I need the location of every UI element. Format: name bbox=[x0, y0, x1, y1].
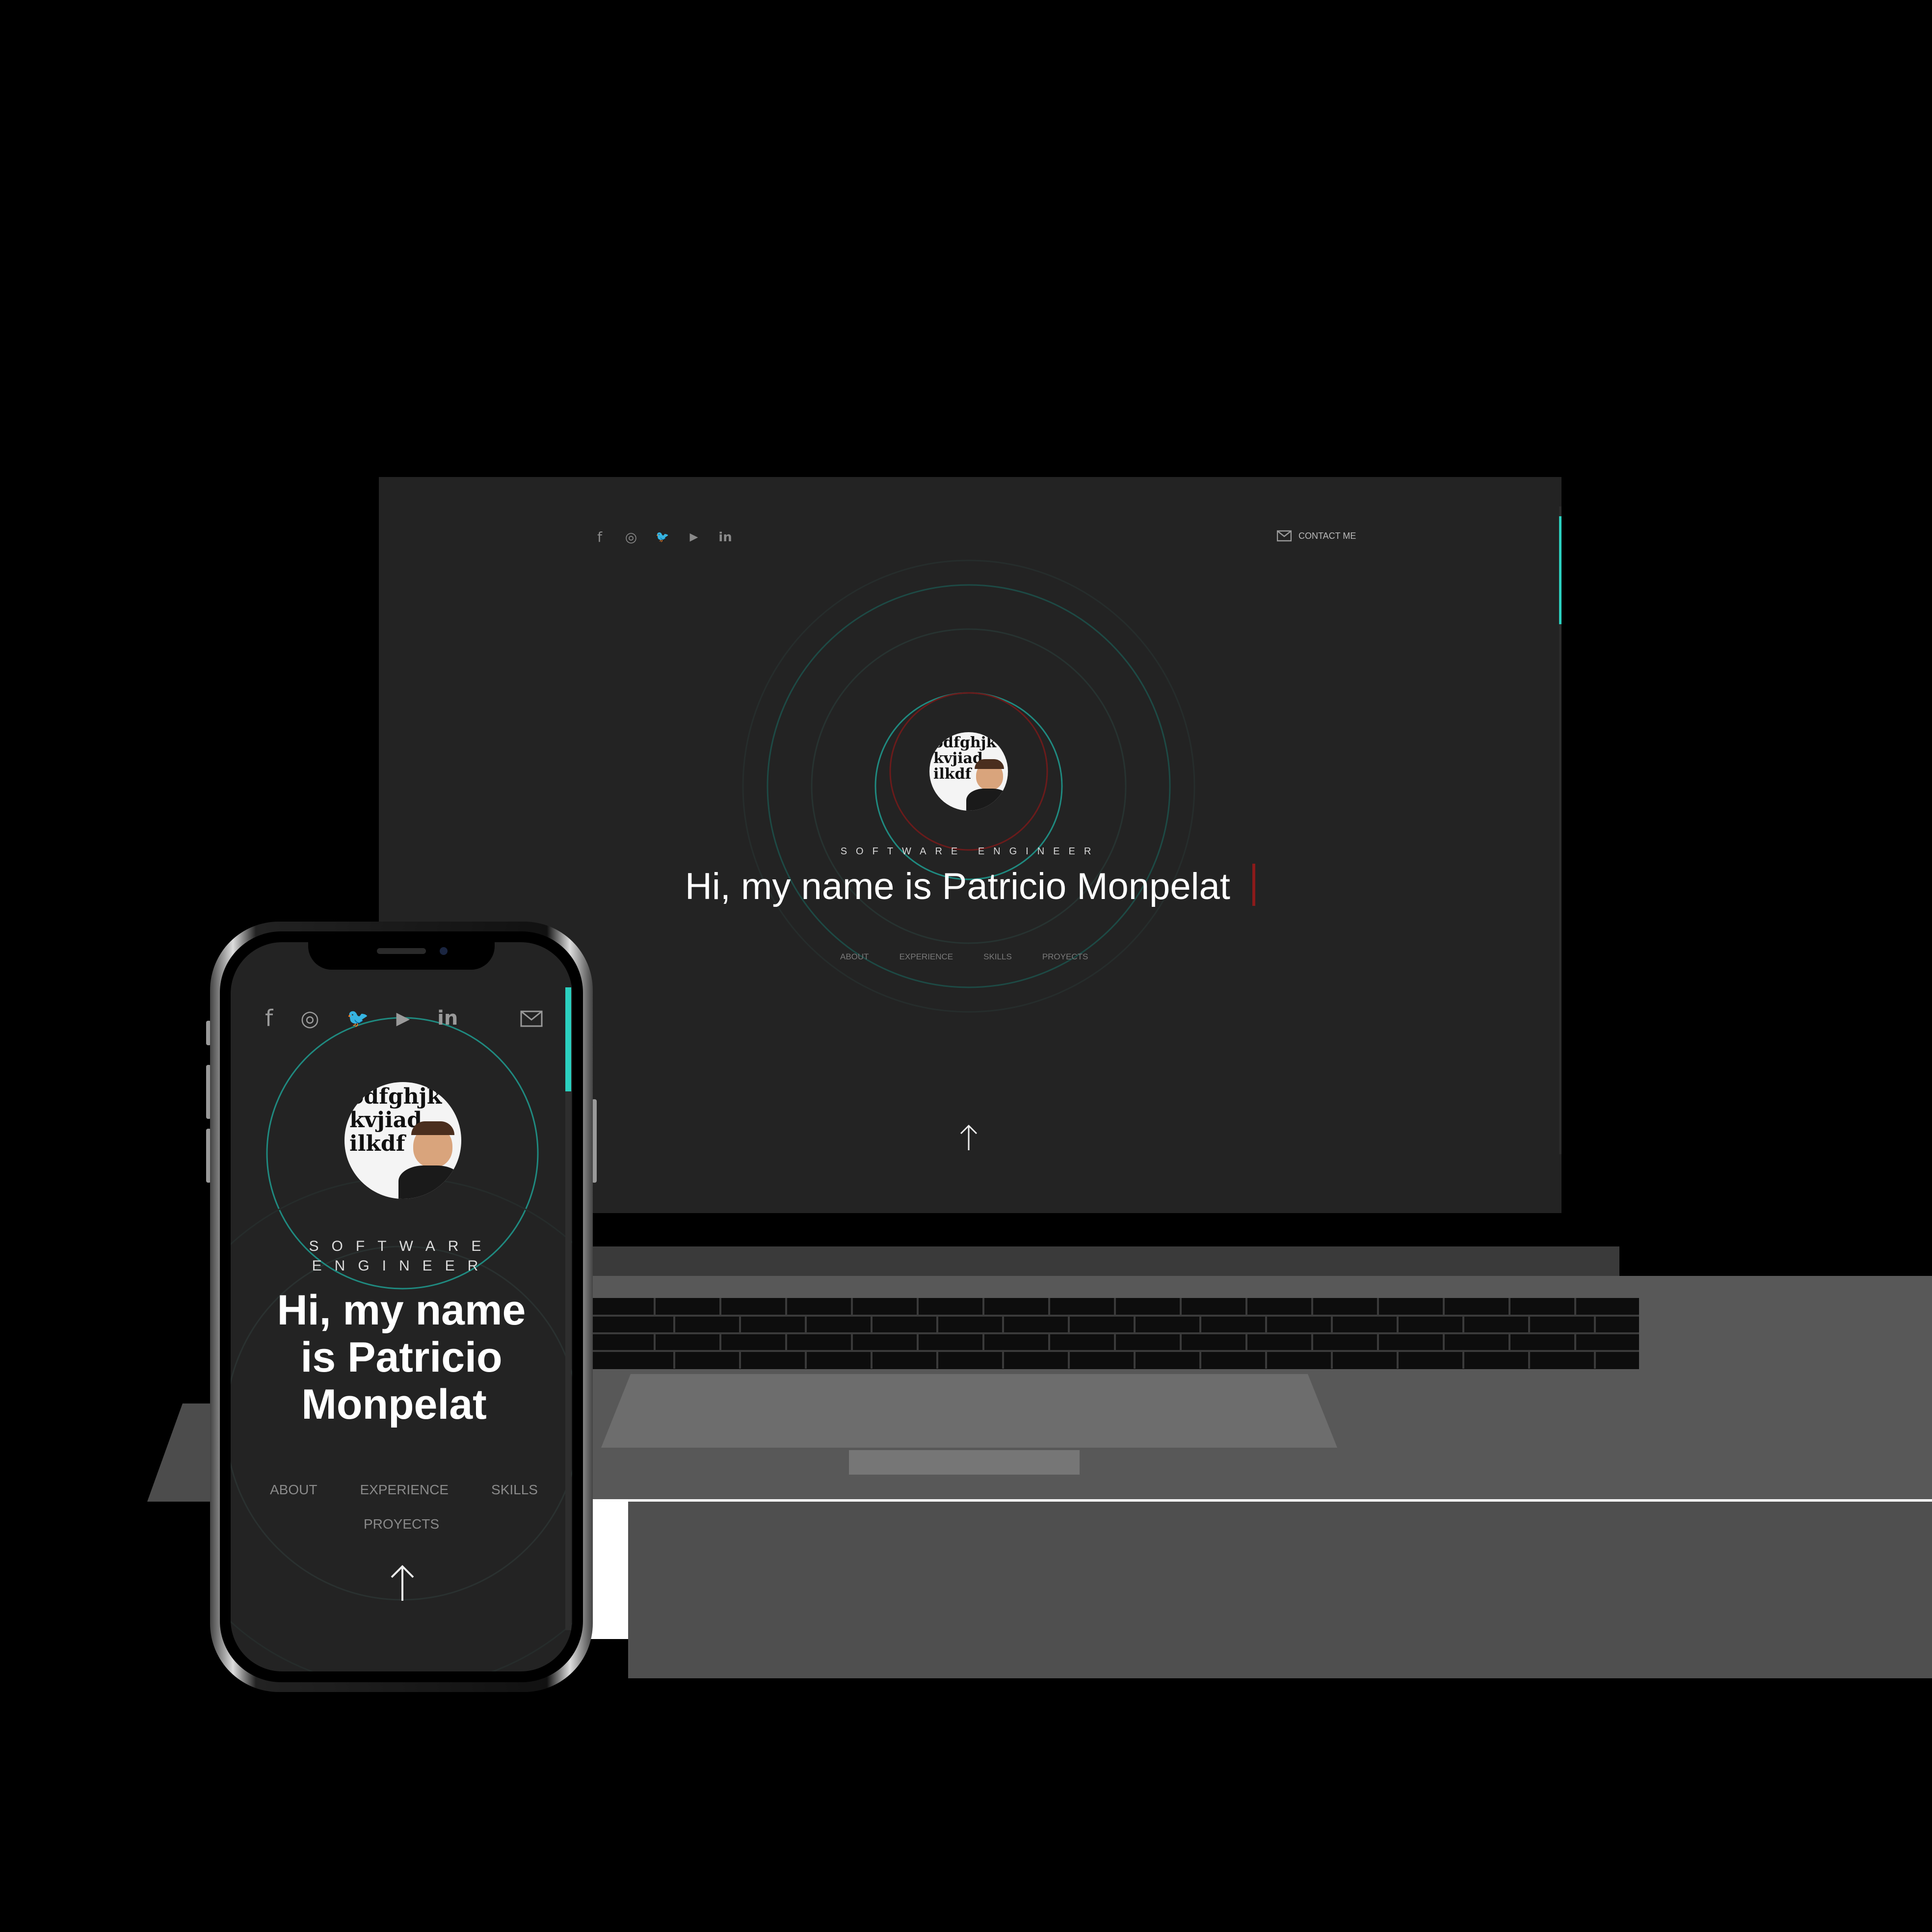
avatar: odfghjk kvjiad ilkdf bbox=[929, 732, 1008, 811]
scroll-up-arrow-icon[interactable] bbox=[388, 1564, 417, 1602]
linkedin-icon[interactable]: in bbox=[718, 530, 733, 545]
youtube-icon[interactable]: ▶ bbox=[396, 1008, 410, 1029]
avatar: odfghjk kvjiad ilkdf bbox=[344, 1082, 461, 1199]
typing-cursor bbox=[1252, 864, 1255, 906]
laptop-trackpad-lip bbox=[849, 1450, 1080, 1475]
desktop-headline-wrap: Hi, my name is Patricio Monpelat bbox=[379, 864, 1561, 908]
desktop-social-links: f ◎ 🐦 ▶ in bbox=[592, 530, 733, 545]
nav-skills[interactable]: SKILLS bbox=[983, 952, 1012, 962]
nav-about[interactable]: ABOUT bbox=[840, 952, 869, 962]
phone-screen: f ◎ 🐦 ▶ in odfghjk kvjiad ilkdf SOFTWARE E… bbox=[231, 942, 572, 1671]
instagram-icon[interactable]: ◎ bbox=[624, 530, 638, 545]
desktop-nav: ABOUT EXPERIENCE SKILLS PROYECTS bbox=[840, 952, 1088, 962]
mobile-social-links: f ◎ 🐦 ▶ in bbox=[265, 1005, 458, 1032]
nav-experience[interactable]: EXPERIENCE bbox=[360, 1482, 449, 1498]
mail-icon[interactable] bbox=[520, 1010, 543, 1028]
twitter-icon[interactable]: 🐦 bbox=[347, 1008, 369, 1029]
nav-experience[interactable]: EXPERIENCE bbox=[900, 952, 953, 962]
phone-speaker bbox=[377, 948, 426, 954]
mobile-nav: ABOUT EXPERIENCE SKILLS PROYECTS bbox=[231, 1482, 572, 1532]
phone-camera bbox=[440, 947, 448, 955]
mobile-subtitle: SOFTWARE ENGINEER bbox=[309, 1238, 494, 1274]
linkedin-icon[interactable]: in bbox=[437, 1007, 458, 1030]
laptop-keyboard bbox=[589, 1298, 1639, 1369]
desktop-subtitle: SOFTWARE ENGINEER bbox=[840, 846, 1100, 857]
mail-icon bbox=[1277, 530, 1292, 542]
desktop-headline: Hi, my name is Patricio Monpelat bbox=[685, 866, 1230, 907]
mobile-headline: Hi, my name is Patricio Monpelat bbox=[277, 1287, 526, 1428]
scroll-up-arrow-icon[interactable] bbox=[958, 1124, 979, 1151]
youtube-icon[interactable]: ▶ bbox=[687, 530, 701, 545]
facebook-icon[interactable]: f bbox=[265, 1005, 273, 1032]
nav-about[interactable]: ABOUT bbox=[270, 1482, 317, 1498]
contact-me-link[interactable]: CONTACT ME bbox=[1277, 530, 1356, 542]
laptop-base-shadow bbox=[628, 1502, 1932, 1678]
nav-proyects[interactable]: PROYECTS bbox=[231, 1516, 572, 1532]
contact-me-label: CONTACT ME bbox=[1298, 530, 1356, 541]
phone-notch bbox=[308, 940, 495, 970]
desktop-scroll-thumb[interactable] bbox=[1559, 516, 1561, 624]
mobile-scroll-thumb[interactable] bbox=[565, 987, 571, 1091]
nav-proyects[interactable]: PROYECTS bbox=[1042, 952, 1088, 962]
nav-skills[interactable]: SKILLS bbox=[491, 1482, 538, 1498]
facebook-icon[interactable]: f bbox=[592, 530, 607, 545]
instagram-icon[interactable]: ◎ bbox=[300, 1006, 319, 1031]
laptop-trackpad bbox=[601, 1374, 1337, 1448]
twitter-icon[interactable]: 🐦 bbox=[655, 530, 670, 545]
